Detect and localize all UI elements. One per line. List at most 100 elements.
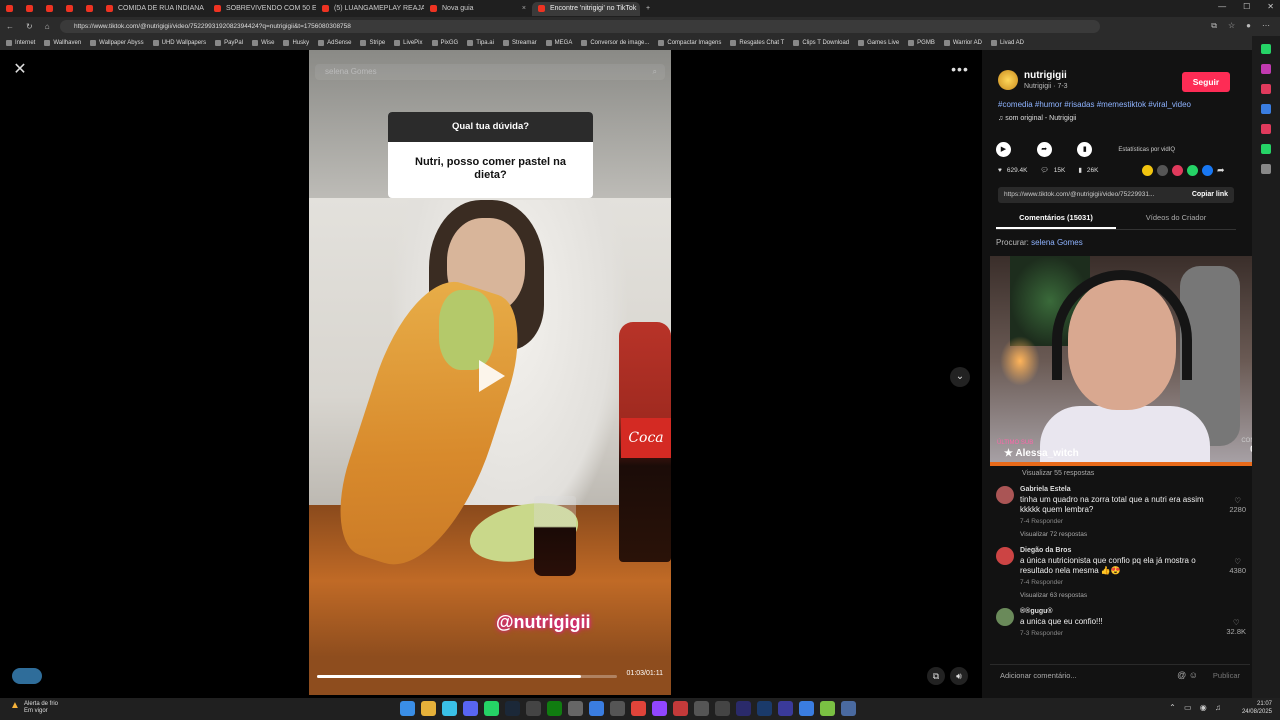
premiere-icon[interactable]	[736, 701, 751, 716]
whatsapp-icon[interactable]	[1187, 165, 1198, 176]
view-replies[interactable]: Visualizar 63 respostas	[1020, 592, 1220, 599]
bookmark-item[interactable]: MEGA	[545, 40, 572, 46]
search-icon[interactable]: ⌕	[653, 64, 657, 80]
play-icon[interactable]	[479, 360, 505, 392]
browser-tab[interactable]: COMIDA DE RUA INDIANA×	[100, 2, 208, 16]
comment-author[interactable]: Gabriela Estela	[1020, 486, 1220, 493]
bookmark-icon[interactable]: ▮	[1078, 166, 1082, 174]
facebook-icon[interactable]	[1202, 165, 1213, 176]
comment-author[interactable]: Diegão da Bros	[1020, 547, 1220, 554]
reload-icon[interactable]: ↻	[20, 22, 39, 31]
close-icon[interactable]: ✕	[12, 62, 28, 78]
bookmark-item[interactable]: PixGG	[431, 40, 458, 46]
bookmark-item[interactable]: Wise	[252, 40, 274, 46]
volume-icon[interactable]: 🔊︎	[950, 667, 968, 685]
app-icon[interactable]	[526, 701, 541, 716]
share-icon[interactable]: ➦	[1036, 142, 1052, 157]
browser-tab[interactable]	[40, 2, 60, 16]
app-icon-6[interactable]	[694, 701, 709, 716]
app-rail-icon-5[interactable]	[1261, 144, 1271, 154]
author-name[interactable]: nutrigigii	[1024, 70, 1068, 81]
address-bar[interactable]: https://www.tiktok.com/@nutrigigii/video…	[60, 20, 1100, 33]
back-icon[interactable]: ←	[0, 22, 20, 31]
emoji-icon[interactable]: @ ☺	[1177, 670, 1198, 680]
app-rail-icon-3[interactable]	[1261, 104, 1271, 114]
follow-button[interactable]: Seguir	[1182, 72, 1230, 92]
bookmark-item[interactable]: PayPal	[215, 40, 243, 46]
comment-icon[interactable]: 💬︎	[1040, 166, 1048, 174]
bookmark-item[interactable]: Stripe	[360, 40, 385, 46]
avatar[interactable]	[996, 608, 1014, 626]
miniplayer-icon[interactable]: ⧉	[927, 667, 945, 685]
browser-tab[interactable]: (5) LUANGAMEPLAY REAJANDO×	[316, 2, 424, 16]
video-player[interactable]: Coca selena Gomes ⌕ Qual tua dúvida? Nut…	[309, 50, 671, 695]
tab-comments[interactable]: Comentários (15031)	[996, 212, 1116, 229]
settings-icon[interactable]	[841, 701, 856, 716]
send-icon[interactable]	[1172, 165, 1183, 176]
system-tray[interactable]: ⌃ ▭ ◉ ♫	[1169, 703, 1224, 712]
avatar[interactable]	[996, 547, 1014, 565]
stats-icon[interactable]: ▮	[1077, 142, 1093, 157]
sound-info[interactable]: ♫ som original - Nutrigigii	[998, 115, 1076, 122]
browser-tab[interactable]: Encontre 'nitrigigi' no TikTok×	[532, 1, 640, 16]
bookmark-item[interactable]: AdSense	[318, 40, 351, 46]
steam-icon[interactable]	[505, 701, 520, 716]
link-field[interactable]: https://www.tiktok.com/@nutrigigii/video…	[998, 187, 1234, 203]
app-rail-icon[interactable]	[1261, 64, 1271, 74]
folder-icon[interactable]	[421, 701, 436, 716]
bookmark-item[interactable]: Compactar Imagens	[658, 40, 721, 46]
comment-input[interactable]: Adicionar comentário...	[1000, 671, 1077, 680]
home-icon[interactable]: ⌂	[39, 22, 56, 31]
app-icon-8[interactable]	[799, 701, 814, 716]
more-share-icon[interactable]: ➦	[1217, 165, 1228, 176]
heart-icon[interactable]: ♥	[998, 167, 1002, 174]
publish-button[interactable]: Publicar	[1213, 671, 1240, 680]
browser-tab[interactable]: Nova guia ×	[424, 2, 532, 16]
whatsapp-rail-icon[interactable]	[1261, 44, 1271, 54]
view-replies[interactable]: Visualizar 55 respostas	[996, 470, 1246, 477]
comment-meta[interactable]: 7-4 Responder	[1020, 518, 1220, 525]
obs-icon[interactable]	[610, 701, 625, 716]
clock[interactable]: 21:07 24/08/2025	[1242, 700, 1272, 716]
xbox-icon[interactable]	[547, 701, 562, 716]
weather-widget[interactable]: ▲ Alerta de frio Em vigor	[10, 701, 58, 715]
windows-icon[interactable]	[400, 701, 415, 716]
heart-icon[interactable]: ♡	[1229, 557, 1246, 566]
app-icon-5[interactable]	[673, 701, 688, 716]
browser-tab[interactable]	[20, 2, 40, 16]
app-rail-icon-2[interactable]	[1261, 84, 1271, 94]
comment-meta[interactable]: 7-3 Responder	[1020, 630, 1220, 637]
minimize-icon[interactable]: —	[1218, 2, 1226, 11]
extensions-icon[interactable]: ⧉	[1211, 21, 1217, 31]
copy-link-button[interactable]: Copiar link	[1192, 187, 1228, 203]
hashtags[interactable]: #comedia #humor #risadas #memestiktok #v…	[998, 100, 1191, 109]
heart-icon[interactable]: ♡	[1226, 618, 1246, 627]
comment-like[interactable]: ♡ 32.8K	[1226, 618, 1246, 636]
app-icon-4[interactable]	[631, 701, 646, 716]
edge-icon[interactable]	[442, 701, 457, 716]
play-icon-small[interactable]: ▶	[996, 142, 1011, 157]
bookmark-item[interactable]: PGMB	[908, 40, 935, 46]
view-replies[interactable]: Visualizar 72 respostas	[1020, 531, 1220, 538]
bookmark-item[interactable]: Warrior AD	[943, 40, 982, 46]
bookmark-item[interactable]: Clips T Download	[793, 40, 849, 46]
app-rail-icon-4[interactable]	[1261, 124, 1271, 134]
whatsapp-icon[interactable]	[484, 701, 499, 716]
bookmark-item[interactable]: Internet	[6, 40, 35, 46]
browser-tab[interactable]	[0, 2, 20, 16]
bookmark-item[interactable]: Resgates Chat T	[730, 40, 784, 46]
heart-icon[interactable]: ♡	[1229, 496, 1246, 505]
bookmark-item[interactable]: Livad AD	[990, 40, 1024, 46]
add-rail-icon[interactable]	[1261, 164, 1271, 174]
comment-like[interactable]: ♡ 4380	[1229, 557, 1246, 575]
avatar[interactable]	[996, 486, 1014, 504]
close-window-icon[interactable]: ✕	[1267, 2, 1274, 11]
bookmark-item[interactable]: UHD Wallpapers	[152, 40, 206, 46]
embed-icon[interactable]	[1157, 165, 1168, 176]
bookmark-item[interactable]: Wallhaven	[44, 40, 81, 46]
more-options-icon[interactable]: •••	[950, 62, 970, 78]
bookmark-item[interactable]: Tipa.ai	[467, 40, 494, 46]
bookmark-item[interactable]: Conversor de image...	[581, 40, 649, 46]
app-icon-3[interactable]	[589, 701, 604, 716]
discord-icon[interactable]	[463, 701, 478, 716]
